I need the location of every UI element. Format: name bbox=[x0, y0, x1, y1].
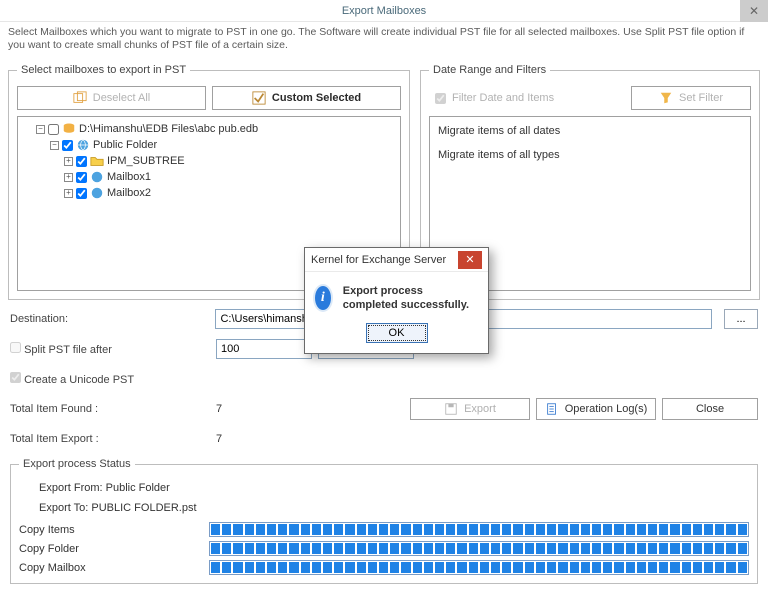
ok-button[interactable]: OK bbox=[366, 323, 428, 343]
expand-icon[interactable]: + bbox=[64, 173, 73, 182]
destination-label: Destination: bbox=[10, 313, 209, 325]
filter-date-checkbox[interactable] bbox=[435, 93, 446, 104]
checkbox-mb1[interactable] bbox=[76, 172, 87, 183]
window-titlebar: Export Mailboxes ✕ bbox=[0, 0, 768, 22]
custom-selected-label: Custom Selected bbox=[272, 92, 361, 104]
filter-summary-types: Migrate items of all types bbox=[438, 149, 742, 161]
completion-dialog: Kernel for Exchange Server ✕ i Export pr… bbox=[304, 247, 489, 354]
funnel-icon bbox=[659, 91, 673, 105]
expand-icon[interactable]: + bbox=[64, 157, 73, 166]
split-checkbox-row[interactable]: Split PST file after bbox=[10, 342, 210, 356]
operation-logs-label: Operation Log(s) bbox=[565, 403, 648, 415]
total-found-value: 7 bbox=[216, 403, 222, 415]
unicode-checkbox[interactable] bbox=[10, 372, 21, 383]
filter-date-label: Filter Date and Items bbox=[452, 92, 554, 104]
dialog-message: Export process completed successfully. bbox=[343, 284, 480, 313]
tree-row-root[interactable]: − D:\Himanshu\EDB Files\abc pub.edb bbox=[22, 121, 396, 137]
tree-public-folder-label: Public Folder bbox=[93, 139, 157, 151]
filter-summary-dates: Migrate items of all dates bbox=[438, 125, 742, 137]
progress-copy-items: Copy Items bbox=[19, 522, 749, 537]
custom-icon bbox=[252, 91, 266, 105]
copy-mailbox-label: Copy Mailbox bbox=[19, 562, 209, 574]
copy-mailbox-progressbar bbox=[209, 560, 749, 575]
info-icon: i bbox=[313, 284, 333, 312]
total-export-value: 7 bbox=[216, 433, 222, 445]
filters-legend: Date Range and Filters bbox=[429, 64, 550, 76]
tree-mb2-label: Mailbox2 bbox=[107, 187, 151, 199]
close-icon[interactable]: ✕ bbox=[740, 0, 768, 22]
tree-row-public-folder[interactable]: − Public Folder bbox=[22, 137, 396, 153]
collapse-icon[interactable]: − bbox=[36, 125, 45, 134]
export-button[interactable]: Export bbox=[410, 398, 530, 420]
collapse-icon[interactable]: − bbox=[50, 141, 59, 150]
deselect-all-label: Deselect All bbox=[93, 92, 150, 104]
split-label: Split PST file after bbox=[24, 344, 112, 356]
checkbox-mb2[interactable] bbox=[76, 188, 87, 199]
total-found-label: Total Item Found : bbox=[10, 403, 210, 415]
tree-mb1-label: Mailbox1 bbox=[107, 171, 151, 183]
status-legend: Export process Status bbox=[19, 458, 135, 470]
close-button[interactable]: Close bbox=[662, 398, 758, 420]
split-size-input[interactable] bbox=[216, 339, 312, 359]
action-buttons: Export Operation Log(s) Close bbox=[410, 398, 758, 420]
mailbox-icon bbox=[90, 170, 104, 184]
deselect-icon bbox=[73, 91, 87, 105]
window-title: Export Mailboxes bbox=[342, 5, 426, 17]
status-from: Export From: Public Folder bbox=[39, 482, 749, 494]
copy-items-label: Copy Items bbox=[19, 524, 209, 536]
custom-selected-button[interactable]: Custom Selected bbox=[212, 86, 401, 110]
database-icon bbox=[62, 122, 76, 136]
select-mailboxes-legend: Select mailboxes to export in PST bbox=[17, 64, 190, 76]
save-icon bbox=[444, 402, 458, 416]
copy-folder-progressbar bbox=[209, 541, 749, 556]
deselect-all-button[interactable]: Deselect All bbox=[17, 86, 206, 110]
total-export-label: Total Item Export : bbox=[10, 433, 210, 445]
copy-items-progressbar bbox=[209, 522, 749, 537]
export-label: Export bbox=[464, 403, 496, 415]
tree-row-mb1[interactable]: + Mailbox1 bbox=[22, 169, 396, 185]
progress-copy-folder: Copy Folder bbox=[19, 541, 749, 556]
checkbox-public-folder[interactable] bbox=[62, 140, 73, 151]
public-folder-icon bbox=[76, 138, 90, 152]
tree-root-label: D:\Himanshu\EDB Files\abc pub.edb bbox=[79, 123, 258, 135]
mailbox-icon bbox=[90, 186, 104, 200]
export-status-group: Export process Status Export From: Publi… bbox=[10, 458, 758, 584]
set-filter-button[interactable]: Set Filter bbox=[631, 86, 751, 110]
status-to: Export To: PUBLIC FOLDER.pst bbox=[39, 502, 749, 514]
tree-row-mb2[interactable]: + Mailbox2 bbox=[22, 185, 396, 201]
filter-date-checkbox-row[interactable]: Filter Date and Items bbox=[429, 86, 625, 110]
log-icon bbox=[545, 402, 559, 416]
set-filter-label: Set Filter bbox=[679, 92, 723, 104]
folder-icon bbox=[90, 154, 104, 168]
dialog-title: Kernel for Exchange Server bbox=[311, 254, 446, 266]
window-description: Select Mailboxes which you want to migra… bbox=[0, 22, 768, 58]
unicode-label: Create a Unicode PST bbox=[24, 374, 134, 386]
expand-icon[interactable]: + bbox=[64, 189, 73, 198]
dialog-titlebar: Kernel for Exchange Server ✕ bbox=[305, 248, 488, 272]
close-label: Close bbox=[696, 403, 724, 415]
copy-folder-label: Copy Folder bbox=[19, 543, 209, 555]
checkbox-ipm[interactable] bbox=[76, 156, 87, 167]
totals-found-row: Total Item Found : 7 Export Operation Lo… bbox=[10, 398, 758, 420]
split-checkbox[interactable] bbox=[10, 342, 21, 353]
operation-logs-button[interactable]: Operation Log(s) bbox=[536, 398, 656, 420]
tree-ipm-label: IPM_SUBTREE bbox=[107, 155, 185, 167]
progress-copy-mailbox: Copy Mailbox bbox=[19, 560, 749, 575]
tree-row-ipm[interactable]: + IPM_SUBTREE bbox=[22, 153, 396, 169]
unicode-row[interactable]: Create a Unicode PST bbox=[10, 368, 758, 390]
browse-button[interactable]: ... bbox=[724, 309, 758, 329]
checkbox-root[interactable] bbox=[48, 124, 59, 135]
totals-export-row: Total Item Export : 7 bbox=[10, 428, 758, 450]
dialog-close-icon[interactable]: ✕ bbox=[458, 251, 482, 269]
